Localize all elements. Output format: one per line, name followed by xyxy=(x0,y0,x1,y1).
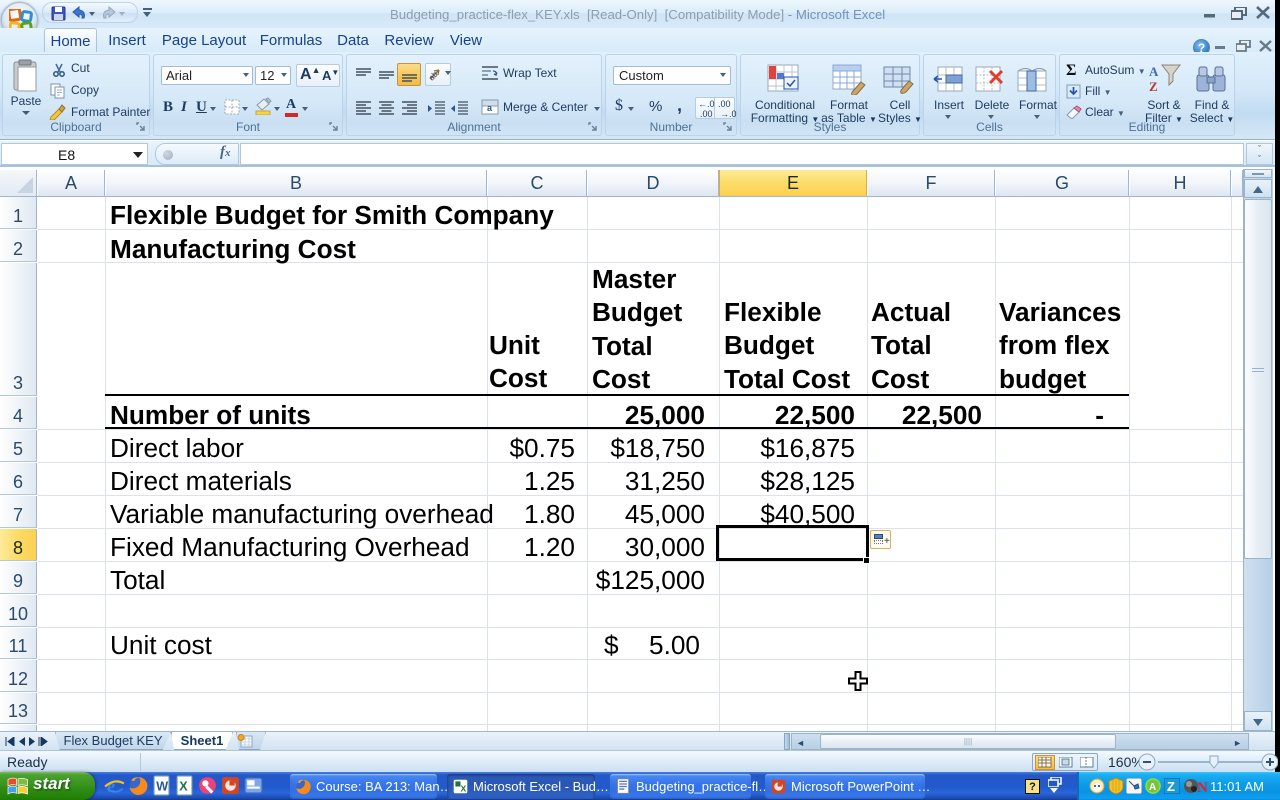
svg-text:X: X xyxy=(179,780,188,794)
svg-text:A: A xyxy=(1149,782,1156,793)
svg-text:Z: Z xyxy=(1149,79,1158,94)
svg-text:W: W xyxy=(156,780,168,794)
svg-text:N: N xyxy=(1197,780,1208,794)
svg-text:e: e xyxy=(107,776,115,796)
svg-text:A: A xyxy=(1149,64,1159,79)
svg-text:X: X xyxy=(461,784,467,794)
svg-text:Z: Z xyxy=(1167,779,1175,794)
